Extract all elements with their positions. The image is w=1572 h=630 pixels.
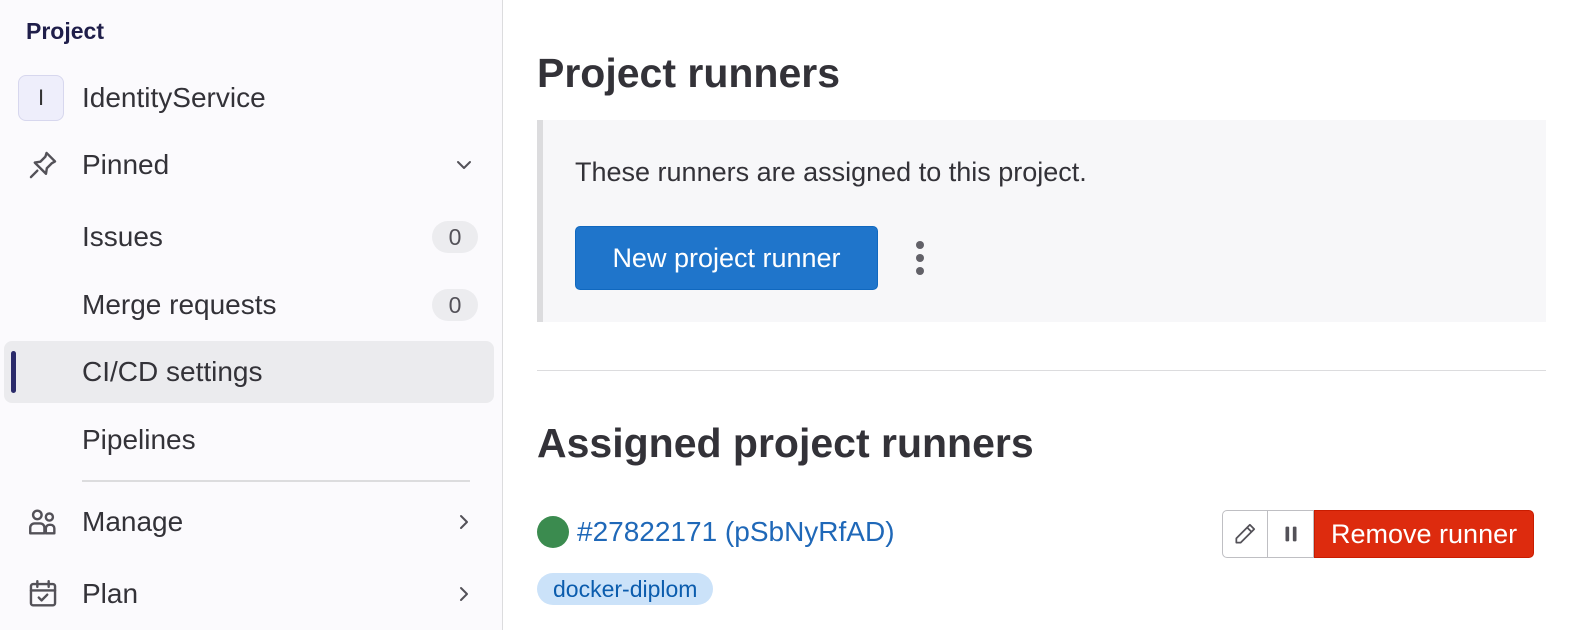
users-icon [29,509,56,535]
sidebar-item-label: Issues [82,221,163,252]
sidebar-item-label: Pipelines [82,424,196,455]
sidebar-item-issues[interactable]: Issues 0 [4,206,494,268]
runner-row: #27822171 (pSbNyRfAD) [537,514,895,550]
project-avatar: I [18,75,64,121]
section-divider [537,370,1546,371]
chevron-right-icon [460,515,468,529]
page-title: Project runners [537,50,841,96]
sidebar-item-pipelines[interactable]: Pipelines [4,409,494,471]
sidebar-item-label: Merge requests [82,289,277,320]
remove-runner-button[interactable]: Remove runner [1314,510,1535,558]
runner-link[interactable]: #27822171 (pSbNyRfAD) [577,516,895,548]
pause-icon [1285,526,1296,542]
project-name: IdentityService [82,82,266,113]
sidebar-item-label: CI/CD settings [82,356,263,387]
kebab-vertical-icon[interactable] [903,238,937,278]
runner-actions: Remove runner [1222,510,1535,558]
chevron-down-icon [457,161,471,169]
pause-runner-button[interactable] [1268,510,1314,558]
sidebar-item-label: Plan [82,578,139,609]
assigned-runners-title: Assigned project runners [537,420,1034,466]
chevron-right-icon [460,587,468,601]
runner-status-online-icon [537,516,569,548]
pinned-toggle[interactable]: Pinned [4,134,494,196]
pinned-label: Pinned [82,149,170,180]
sidebar-item-cicd-settings[interactable]: CI/CD settings [4,341,494,403]
info-text: These runners are assigned to this proje… [575,157,1087,187]
pencil-icon [1235,523,1256,544]
new-project-runner-button[interactable]: New project runner [575,226,878,290]
issues-count-badge: 0 [432,221,478,253]
pin-icon [29,151,57,179]
merge-requests-count-badge: 0 [432,289,478,321]
edit-runner-button[interactable] [1222,510,1268,558]
sidebar-item-manage[interactable]: Manage [4,491,494,553]
calendar-icon [29,580,57,607]
sidebar: Project I IdentityService Pinned Issues … [0,0,503,630]
main-content: Project runners These runners are assign… [537,0,1572,630]
runner-info-box: These runners are assigned to this proje… [537,120,1546,322]
sidebar-item-merge-requests[interactable]: Merge requests 0 [4,274,494,336]
sidebar-heading: Project [26,18,104,44]
sidebar-item-label: Manage [82,506,184,537]
sidebar-item-plan[interactable]: Plan [4,563,494,625]
project-link[interactable]: I IdentityService [18,74,266,122]
runner-tag: docker-diplom [537,573,714,605]
sidebar-divider [82,480,470,482]
